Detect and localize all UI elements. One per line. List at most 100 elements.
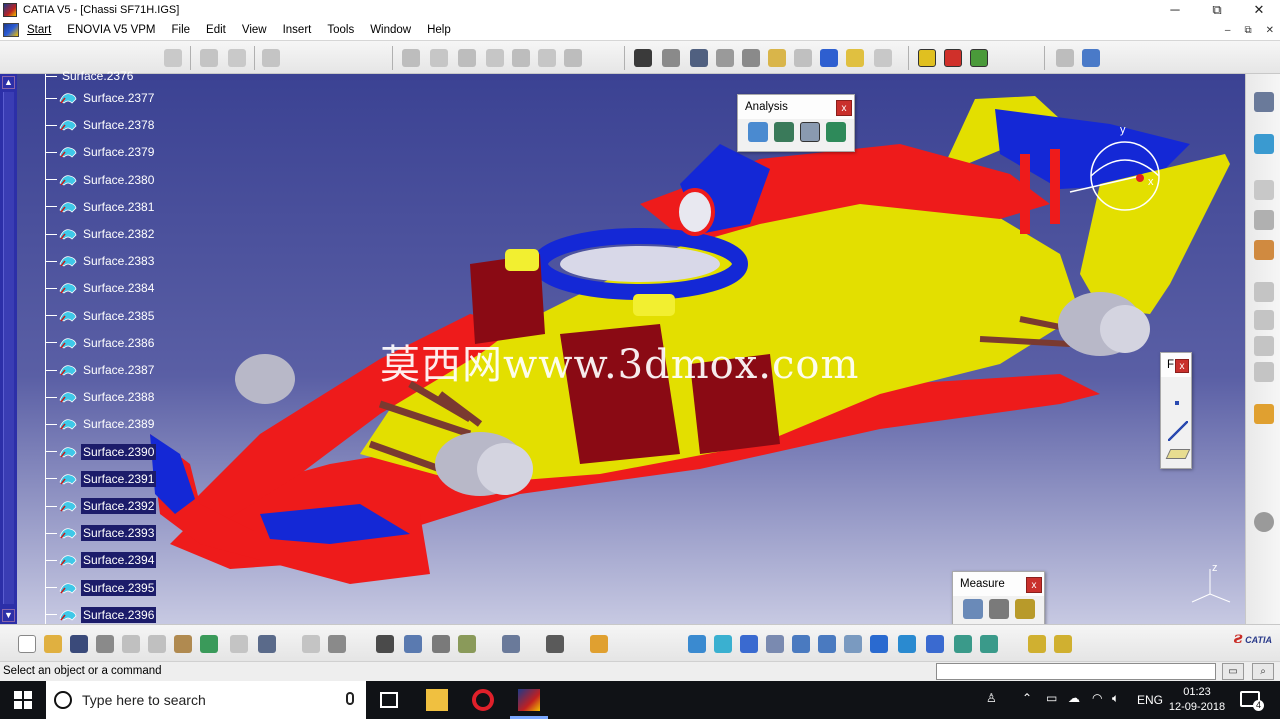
- update-icon[interactable]: [502, 635, 520, 653]
- file-explorer-icon[interactable]: [426, 689, 448, 711]
- power-input-execute-button[interactable]: ⌕: [1252, 663, 1274, 680]
- point-icon[interactable]: [262, 49, 280, 67]
- cube-red-icon[interactable]: [944, 49, 962, 67]
- open-file-icon[interactable]: [44, 635, 62, 653]
- people-icon[interactable]: ♙: [986, 691, 997, 719]
- edges-icon[interactable]: [794, 49, 812, 67]
- menu-edit[interactable]: Edit: [198, 24, 234, 36]
- tree-item-surface[interactable]: Surface.2378: [45, 115, 156, 135]
- sketcher-icon[interactable]: [1254, 92, 1274, 112]
- paste-icon[interactable]: [174, 635, 192, 653]
- volume-icon[interactable]: [458, 49, 476, 67]
- battery-icon[interactable]: ▭: [1046, 691, 1057, 719]
- table-icon[interactable]: [376, 635, 394, 653]
- material-icon[interactable]: [846, 49, 864, 67]
- thickness-icon[interactable]: [826, 122, 846, 142]
- settings-gear-icon[interactable]: [1254, 512, 1274, 532]
- render-icon[interactable]: [874, 49, 892, 67]
- taskbar-clock[interactable]: 01:23 12-09-2018: [1166, 685, 1228, 715]
- snap-icon[interactable]: [164, 49, 182, 67]
- multi-view-icon[interactable]: [690, 49, 708, 67]
- surface-icon[interactable]: [430, 49, 448, 67]
- whats-this-icon[interactable]: [258, 635, 276, 653]
- tree-item-surface[interactable]: Surface.2386: [45, 333, 156, 353]
- tree-item-surface[interactable]: Surface.2396: [45, 605, 157, 625]
- cube-yellow-icon[interactable]: [918, 49, 936, 67]
- grid-icon[interactable]: [200, 49, 218, 67]
- cut-icon[interactable]: [122, 635, 140, 653]
- tree-item-surface[interactable]: Surface.2390: [45, 442, 157, 462]
- task-view-icon[interactable]: [380, 692, 398, 708]
- menu-insert[interactable]: Insert: [275, 24, 320, 36]
- tree-item-surface[interactable]: Surface.2385: [45, 306, 156, 326]
- power-input-field[interactable]: [936, 663, 1216, 680]
- swap-icon[interactable]: [980, 635, 998, 653]
- tree-item-surface[interactable]: Surface.2395: [45, 578, 157, 598]
- boolean-icon[interactable]: [512, 49, 530, 67]
- taskbar-search-box[interactable]: Type here to search: [46, 681, 366, 719]
- tree-item-surface[interactable]: Surface.2392: [45, 496, 157, 516]
- measure-between-icon[interactable]: [963, 599, 983, 619]
- tray-expand-icon[interactable]: ⌃: [1022, 691, 1032, 719]
- material-apply-icon[interactable]: [590, 635, 608, 653]
- microphone-icon[interactable]: [346, 692, 354, 705]
- surface-analysis-icon[interactable]: [800, 122, 820, 142]
- menu-start[interactable]: Start: [19, 24, 59, 36]
- close-button[interactable]: ✕: [1238, 0, 1280, 20]
- hide-show-icon[interactable]: [716, 49, 734, 67]
- tree-item-surface[interactable]: Surface.2379: [45, 142, 156, 162]
- rotate-icon[interactable]: [766, 635, 784, 653]
- save-icon[interactable]: [70, 635, 88, 653]
- solid-icon[interactable]: [402, 49, 420, 67]
- line-tool-icon[interactable]: [1168, 421, 1188, 441]
- tree-icon[interactable]: [404, 635, 422, 653]
- measure-inertia-icon[interactable]: [1015, 599, 1035, 619]
- measure-item-icon[interactable]: [989, 599, 1009, 619]
- f-toolbar-close-button[interactable]: x: [1175, 359, 1189, 373]
- copy-icon[interactable]: [148, 635, 166, 653]
- tree-item-surface[interactable]: Surface.2389: [45, 414, 156, 434]
- wifi-icon[interactable]: ◠: [1092, 691, 1102, 719]
- curvature-icon[interactable]: [774, 122, 794, 142]
- draft-analysis-icon[interactable]: [748, 122, 768, 142]
- workbench-2-icon[interactable]: [1054, 635, 1072, 653]
- layer-icon[interactable]: [1056, 49, 1074, 67]
- doc-restore-button[interactable]: ⧉: [1244, 20, 1251, 41]
- cube-view-icon[interactable]: [820, 49, 838, 67]
- opera-browser-icon[interactable]: [472, 689, 494, 711]
- tree-item-surface[interactable]: Surface.2393: [45, 523, 157, 543]
- redo-icon[interactable]: [230, 635, 248, 653]
- tree-item-surface[interactable]: Surface.2383: [45, 251, 156, 271]
- minimize-button[interactable]: ─: [1154, 0, 1196, 20]
- text-icon[interactable]: [1254, 180, 1274, 200]
- intersect-icon[interactable]: [1254, 362, 1274, 382]
- windows-start-icon[interactable]: [14, 691, 32, 709]
- shading-mode-icon[interactable]: [926, 635, 944, 653]
- tree-item-surface[interactable]: Surface.2394: [45, 550, 157, 570]
- undo-icon[interactable]: [200, 635, 218, 653]
- tree-item-surface[interactable]: Surface.2377: [45, 88, 156, 108]
- select-arrow-icon[interactable]: [1254, 404, 1274, 424]
- tree-item-surface[interactable]: Surface.2384: [45, 278, 156, 298]
- volume-icon[interactable]: 🔈︎: [1112, 691, 1119, 719]
- tree-item-surface[interactable]: Surface.2380: [45, 170, 156, 190]
- sketch-icon[interactable]: [564, 49, 582, 67]
- fly-mode-icon[interactable]: [688, 635, 706, 653]
- tree-item-surface[interactable]: Surface.2391: [45, 469, 157, 489]
- doc-close-button[interactable]: ✕: [1266, 20, 1274, 41]
- zoom-in-icon[interactable]: [792, 635, 810, 653]
- axis-icon[interactable]: [538, 49, 556, 67]
- tree-item-partial[interactable]: Surface.2376: [45, 66, 135, 86]
- normal-icon[interactable]: [844, 635, 862, 653]
- maximize-button[interactable]: ⧉: [1196, 0, 1238, 20]
- knowledge-icon[interactable]: [328, 635, 346, 653]
- shading-icon[interactable]: [768, 49, 786, 67]
- boolean-ops-icon[interactable]: [1254, 282, 1274, 302]
- formula-icon[interactable]: [302, 635, 320, 653]
- macro-icon[interactable]: [432, 635, 450, 653]
- wire-icon[interactable]: [486, 49, 504, 67]
- catalog-icon[interactable]: [458, 635, 476, 653]
- annotation-icon[interactable]: [1254, 210, 1274, 230]
- grid-snap-icon[interactable]: [228, 49, 246, 67]
- new-file-icon[interactable]: [18, 635, 36, 653]
